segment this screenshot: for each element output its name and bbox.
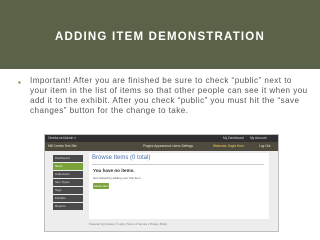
title-band: ADDING ITEM DEMONSTRATION bbox=[0, 0, 320, 69]
embedded-screenshot: Omeka.net Admin ▾ My Dashboard My Accoun… bbox=[44, 134, 279, 232]
welcome-text: Welcome, Kayla Hunt bbox=[213, 144, 244, 148]
bullet-item: ▪ Important! After you are finished be s… bbox=[18, 76, 310, 116]
sidebar-item-reports[interactable]: Reports bbox=[53, 203, 83, 210]
add-item-button[interactable]: Add an Item bbox=[93, 183, 109, 189]
bullet-icon: ▪ bbox=[18, 78, 21, 87]
logout-link[interactable]: Log Out bbox=[259, 144, 270, 148]
sidebar-item-exhibits[interactable]: Exhibits bbox=[53, 195, 83, 202]
sidebar-item-items[interactable]: Items bbox=[53, 163, 83, 170]
sidebar-item-collections[interactable]: Collections bbox=[53, 171, 83, 178]
sidebar-item-tags[interactable]: Tags bbox=[53, 187, 83, 194]
admin-topbar: Omeka.net Admin ▾ My Dashboard My Accoun… bbox=[45, 135, 278, 142]
empty-state-text: Get started by adding your first item. bbox=[93, 176, 142, 180]
page-title: Browse Items (0 total) bbox=[92, 155, 151, 161]
admin-nav[interactable]: Plugins Appearance Users Settings bbox=[143, 144, 193, 148]
admin-footer: Powered by Omeka | © Help | Terms of Ser… bbox=[89, 222, 168, 226]
empty-state-heading: You have no items. bbox=[93, 168, 135, 173]
sidebar-item-dashboard[interactable]: Dashboard bbox=[53, 155, 83, 162]
admin-menu-link[interactable]: Omeka.net Admin ▾ bbox=[48, 136, 76, 140]
browse-items-panel: Browse Items (0 total) You have no items… bbox=[89, 153, 269, 219]
bullet-text: Important! After you are finished be sur… bbox=[30, 76, 308, 115]
slide-title: ADDING ITEM DEMONSTRATION bbox=[55, 31, 265, 43]
admin-sidebar: Dashboard Items Collections Item Types T… bbox=[53, 155, 83, 211]
slide: ADDING ITEM DEMONSTRATION ▪ Important! A… bbox=[0, 0, 320, 240]
sidebar-item-item-types[interactable]: Item Types bbox=[53, 179, 83, 186]
site-name-link[interactable]: Mill Creeks Test Site bbox=[48, 144, 77, 148]
site-header: Mill Creeks Test Site Plugins Appearance… bbox=[45, 142, 278, 151]
my-dashboard-link[interactable]: My Dashboard bbox=[223, 136, 244, 140]
my-account-link[interactable]: My Account bbox=[250, 136, 266, 140]
title-divider bbox=[92, 164, 264, 165]
